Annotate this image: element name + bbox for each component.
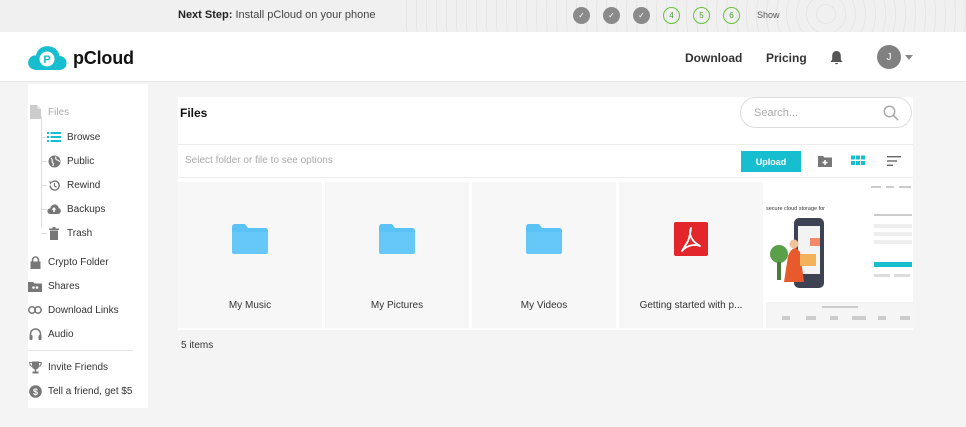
tree-line <box>41 116 42 228</box>
user-avatar[interactable]: J <box>877 45 901 69</box>
sidebar-item-trash[interactable]: Trash <box>47 226 92 240</box>
brand-name: pCloud <box>73 47 134 68</box>
preview-heading: secure cloud storage for <box>766 206 825 212</box>
step-2-done-icon[interactable]: ✓ <box>603 7 620 24</box>
file-grid: My Music My Pictures My Videos Getting s… <box>178 182 913 328</box>
file-name: My Pictures <box>370 300 424 311</box>
files-panel: Files Select folder or file to see optio… <box>178 97 913 330</box>
history-icon <box>47 178 61 192</box>
sidebar-item-label: Backups <box>67 203 106 215</box>
link-icon <box>28 303 42 317</box>
trophy-icon <box>28 360 42 374</box>
chevron-down-icon[interactable] <box>905 55 913 60</box>
nav-download-link[interactable]: Download <box>685 51 742 65</box>
grid-view-icon[interactable] <box>850 153 866 169</box>
step-3-done-icon[interactable]: ✓ <box>633 7 650 24</box>
step-6[interactable]: 6 <box>723 7 740 24</box>
next-step-bar: Next Step: Install pCloud on your phone … <box>0 0 966 32</box>
nav-pricing-link[interactable]: Pricing <box>766 51 807 65</box>
sidebar-item-download-links[interactable]: Download Links <box>28 303 119 317</box>
file-name: Getting started with p... <box>639 300 743 311</box>
sidebar-item-label: Invite Friends <box>48 361 109 373</box>
sidebar-item-files[interactable]: Files <box>28 105 69 119</box>
sidebar-divider <box>28 350 133 351</box>
file-name: My Videos <box>520 300 568 311</box>
sidebar-item-label: Tell a friend, get $5 <box>48 385 133 397</box>
search-box[interactable] <box>740 97 912 128</box>
website-screenshot-image: secure cloud storage for <box>766 182 913 328</box>
sidebar: Files Browse Public Rewind Backups Trash <box>28 84 148 408</box>
sidebar-item-shares[interactable]: Shares <box>28 279 80 293</box>
new-folder-icon[interactable] <box>817 153 833 169</box>
next-step-label: Next Step: Install pCloud on your phone <box>178 9 376 21</box>
sidebar-item-invite-friends[interactable]: Invite Friends <box>28 360 108 374</box>
sidebar-item-rewind[interactable]: Rewind <box>47 178 100 192</box>
selection-hint: Select folder or file to see options <box>185 155 333 166</box>
step-5[interactable]: 5 <box>693 7 710 24</box>
list-item[interactable]: My Pictures <box>325 182 469 328</box>
sidebar-item-label: Download Links <box>48 304 119 316</box>
cloud-upload-icon <box>47 202 61 216</box>
sidebar-item-audio[interactable]: Audio <box>28 327 74 341</box>
folder-icon <box>232 224 268 254</box>
sidebar-item-label: Browse <box>67 131 101 143</box>
svg-text:$: $ <box>32 386 37 396</box>
sidebar-item-label: Trash <box>67 227 93 239</box>
show-steps-link[interactable]: Show <box>757 10 780 20</box>
sidebar-item-label: Public <box>67 155 95 167</box>
sidebar-item-label: Rewind <box>67 179 101 191</box>
folder-icon <box>526 224 562 254</box>
sidebar-item-label: Shares <box>48 280 80 292</box>
lock-icon <box>28 255 42 269</box>
list-item[interactable]: Getting started with p... <box>619 182 763 328</box>
list-item[interactable]: My Videos <box>472 182 616 328</box>
upload-button[interactable]: Upload <box>741 151 801 172</box>
page-title: Files <box>180 106 208 120</box>
dollar-icon: $ <box>28 384 42 398</box>
trash-icon <box>47 226 61 240</box>
bell-icon[interactable] <box>829 50 844 66</box>
pcloud-logo-icon: P <box>28 46 67 70</box>
item-count: 5 items <box>181 340 214 351</box>
step-1-done-icon[interactable]: ✓ <box>573 7 590 24</box>
sidebar-item-label: Audio <box>48 328 74 340</box>
sidebar-item-crypto-folder[interactable]: Crypto Folder <box>28 255 109 269</box>
sort-icon[interactable] <box>886 153 902 169</box>
search-icon[interactable] <box>883 105 899 121</box>
sidebar-item-tell-a-friend[interactable]: $ Tell a friend, get $5 <box>28 384 133 398</box>
step-4[interactable]: 4 <box>663 7 680 24</box>
sidebar-item-label: Crypto Folder <box>48 256 109 268</box>
step-progress: ✓ ✓ ✓ 4 5 6 <box>573 7 740 24</box>
globe-icon <box>47 154 61 168</box>
svg-text:P: P <box>43 54 50 66</box>
file-name: My Music <box>228 300 272 311</box>
pcloud-logo[interactable]: P pCloud <box>27 45 134 71</box>
file-preview-thumbnail[interactable]: secure cloud storage for <box>766 182 913 328</box>
list-item[interactable]: My Music <box>178 182 322 328</box>
list-icon <box>47 130 61 144</box>
shared-folder-icon <box>28 279 42 293</box>
sidebar-item-browse[interactable]: Browse <box>47 130 100 144</box>
pdf-icon <box>674 222 708 256</box>
search-input[interactable] <box>754 107 874 119</box>
top-header: P pCloud Download Pricing J <box>0 32 966 82</box>
sidebar-item-public[interactable]: Public <box>47 154 94 168</box>
sidebar-item-backups[interactable]: Backups <box>47 202 105 216</box>
headphones-icon <box>28 327 42 341</box>
sidebar-item-label: Files <box>48 106 70 118</box>
folder-icon <box>379 224 415 254</box>
file-icon <box>28 105 42 119</box>
file-toolbar: Select folder or file to see options Upl… <box>178 144 913 178</box>
